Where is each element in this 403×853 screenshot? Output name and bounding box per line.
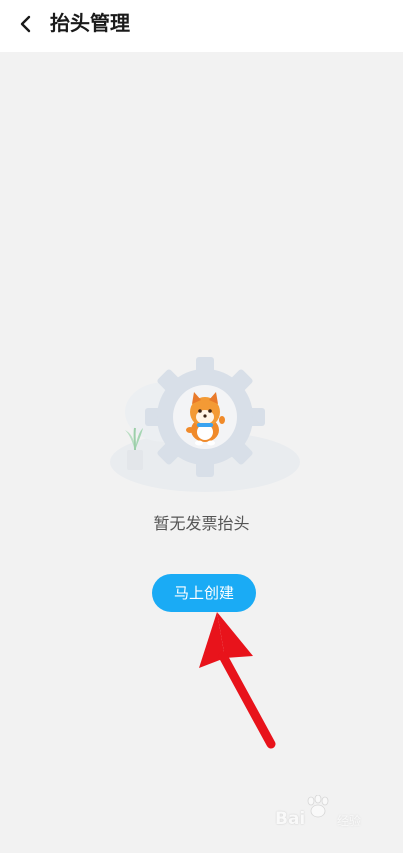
empty-state-message: 暂无发票抬头 xyxy=(153,514,250,533)
page-title: 抬头管理 xyxy=(50,11,130,35)
chevron-left-icon xyxy=(20,15,31,33)
watermark-logo-text: Bai xyxy=(275,809,306,829)
empty-state-area: 暂无发票抬头 马上创建 Bai 经验 xyxy=(0,52,403,853)
create-now-button[interactable]: 马上创建 xyxy=(152,574,256,612)
red-arrow-annotation xyxy=(199,612,276,749)
top-bar: 抬头管理 xyxy=(0,0,403,52)
baidu-jingyan-watermark: Bai 经验 xyxy=(275,795,385,837)
back-button[interactable] xyxy=(8,6,44,42)
empty-state-illustration xyxy=(110,357,300,492)
paw-icon xyxy=(307,795,329,818)
watermark-sub-text: 经验 xyxy=(337,814,362,828)
